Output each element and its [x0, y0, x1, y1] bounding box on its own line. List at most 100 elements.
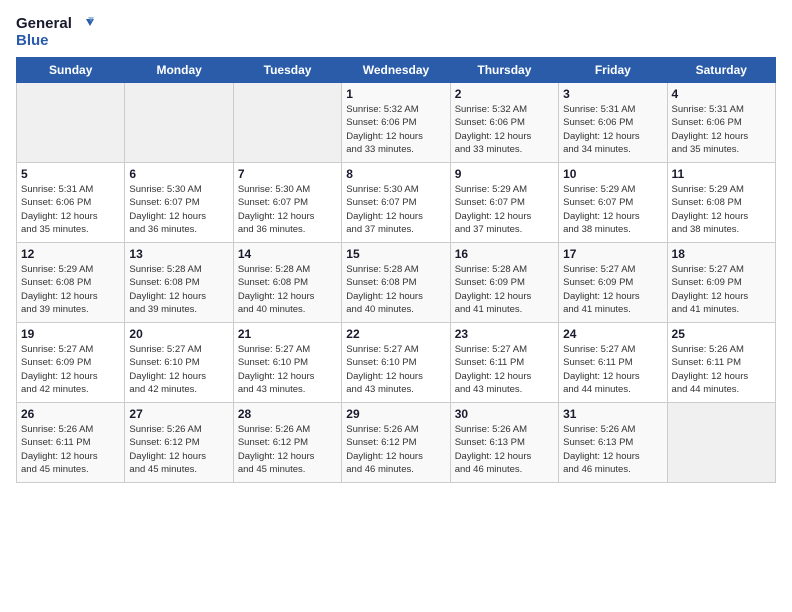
- day-number: 12: [21, 247, 120, 261]
- day-number: 25: [672, 327, 771, 341]
- calendar-week-row: 1 Sunrise: 5:32 AM Sunset: 6:06 PM Daylig…: [17, 83, 776, 163]
- calendar-cell: [233, 83, 341, 163]
- calendar-week-row: 19 Sunrise: 5:27 AM Sunset: 6:09 PM Dayli…: [17, 323, 776, 403]
- calendar-cell: 22Sunrise: 5:27 AM Sunset: 6:10 PM Dayli…: [342, 323, 450, 403]
- day-of-week-header: Sunday: [17, 58, 125, 83]
- calendar-cell: 16 Sunrise: 5:28 AM Sunset: 6:09 PM Dayli…: [450, 243, 558, 323]
- calendar-cell: 21 Sunrise: 5:27 AM Sunset: 6:10 PM Dayli…: [233, 323, 341, 403]
- calendar-cell: 2 Sunrise: 5:32 AM Sunset: 6:06 PM Daylig…: [450, 83, 558, 163]
- logo-general: General: [16, 16, 94, 33]
- calendar-cell: 9 Sunrise: 5:29 AM Sunset: 6:07 PM Daylig…: [450, 163, 558, 243]
- header-row: SundayMondayTuesdayWednesdayThursdayFrid…: [17, 58, 776, 83]
- calendar-cell: [17, 83, 125, 163]
- calendar-cell: 8Sunrise: 5:30 AM Sunset: 6:07 PM Daylig…: [342, 163, 450, 243]
- cell-content: Sunrise: 5:28 AM Sunset: 6:08 PM Dayligh…: [238, 263, 337, 316]
- cell-content: Sunrise: 5:31 AM Sunset: 6:06 PM Dayligh…: [21, 183, 120, 236]
- day-number: 18: [672, 247, 771, 261]
- cell-content: Sunrise: 5:30 AM Sunset: 6:07 PM Dayligh…: [238, 183, 337, 236]
- cell-content: Sunrise: 5:29 AM Sunset: 6:08 PM Dayligh…: [672, 183, 771, 236]
- cell-content: Sunrise: 5:26 AM Sunset: 6:12 PM Dayligh…: [129, 423, 228, 476]
- calendar-cell: 18 Sunrise: 5:27 AM Sunset: 6:09 PM Dayli…: [667, 243, 775, 323]
- day-number: 30: [455, 407, 554, 421]
- calendar-cell: 30Sunrise: 5:26 AM Sunset: 6:13 PM Dayli…: [450, 403, 558, 483]
- cell-content: Sunrise: 5:27 AM Sunset: 6:11 PM Dayligh…: [455, 343, 554, 396]
- cell-content: Sunrise: 5:26 AM Sunset: 6:13 PM Dayligh…: [563, 423, 662, 476]
- day-of-week-header: Monday: [125, 58, 233, 83]
- cell-content: Sunrise: 5:30 AM Sunset: 6:07 PM Dayligh…: [346, 183, 445, 236]
- calendar-cell: [125, 83, 233, 163]
- calendar-cell: 17Sunrise: 5:27 AM Sunset: 6:09 PM Dayli…: [559, 243, 667, 323]
- day-of-week-header: Tuesday: [233, 58, 341, 83]
- calendar-cell: 31 Sunrise: 5:26 AM Sunset: 6:13 PM Dayli…: [559, 403, 667, 483]
- calendar-cell: 11 Sunrise: 5:29 AM Sunset: 6:08 PM Dayli…: [667, 163, 775, 243]
- day-of-week-header: Wednesday: [342, 58, 450, 83]
- day-number: 14: [238, 247, 337, 261]
- cell-content: Sunrise: 5:31 AM Sunset: 6:06 PM Dayligh…: [672, 103, 771, 156]
- cell-content: Sunrise: 5:29 AM Sunset: 6:07 PM Dayligh…: [455, 183, 554, 236]
- calendar-cell: 23 Sunrise: 5:27 AM Sunset: 6:11 PM Dayli…: [450, 323, 558, 403]
- calendar-week-row: 5 Sunrise: 5:31 AM Sunset: 6:06 PM Daylig…: [17, 163, 776, 243]
- day-number: 27: [129, 407, 228, 421]
- day-number: 7: [238, 167, 337, 181]
- calendar-week-row: 26 Sunrise: 5:26 AM Sunset: 6:11 PM Dayli…: [17, 403, 776, 483]
- day-of-week-header: Saturday: [667, 58, 775, 83]
- day-number: 9: [455, 167, 554, 181]
- cell-content: Sunrise: 5:28 AM Sunset: 6:08 PM Dayligh…: [129, 263, 228, 316]
- day-number: 29: [346, 407, 445, 421]
- calendar-cell: 7 Sunrise: 5:30 AM Sunset: 6:07 PM Daylig…: [233, 163, 341, 243]
- logo: General Blue: [16, 16, 94, 49]
- day-number: 6: [129, 167, 228, 181]
- day-number: 5: [21, 167, 120, 181]
- calendar-cell: 6 Sunrise: 5:30 AM Sunset: 6:07 PM Daylig…: [125, 163, 233, 243]
- cell-content: Sunrise: 5:31 AM Sunset: 6:06 PM Dayligh…: [563, 103, 662, 156]
- day-number: 16: [455, 247, 554, 261]
- cell-content: Sunrise: 5:32 AM Sunset: 6:06 PM Dayligh…: [455, 103, 554, 156]
- day-number: 28: [238, 407, 337, 421]
- cell-content: Sunrise: 5:26 AM Sunset: 6:12 PM Dayligh…: [346, 423, 445, 476]
- calendar-cell: [667, 403, 775, 483]
- day-number: 1: [346, 87, 445, 101]
- logo-bird-icon: [76, 17, 94, 31]
- day-number: 11: [672, 167, 771, 181]
- cell-content: Sunrise: 5:30 AM Sunset: 6:07 PM Dayligh…: [129, 183, 228, 236]
- calendar-cell: 15Sunrise: 5:28 AM Sunset: 6:08 PM Dayli…: [342, 243, 450, 323]
- cell-content: Sunrise: 5:27 AM Sunset: 6:09 PM Dayligh…: [21, 343, 120, 396]
- day-number: 23: [455, 327, 554, 341]
- calendar-cell: 20Sunrise: 5:27 AM Sunset: 6:10 PM Dayli…: [125, 323, 233, 403]
- calendar-cell: 14 Sunrise: 5:28 AM Sunset: 6:08 PM Dayli…: [233, 243, 341, 323]
- cell-content: Sunrise: 5:26 AM Sunset: 6:11 PM Dayligh…: [21, 423, 120, 476]
- calendar-header: SundayMondayTuesdayWednesdayThursdayFrid…: [17, 58, 776, 83]
- calendar-cell: 12 Sunrise: 5:29 AM Sunset: 6:08 PM Dayli…: [17, 243, 125, 323]
- calendar-table: SundayMondayTuesdayWednesdayThursdayFrid…: [16, 57, 776, 483]
- cell-content: Sunrise: 5:27 AM Sunset: 6:09 PM Dayligh…: [672, 263, 771, 316]
- cell-content: Sunrise: 5:27 AM Sunset: 6:10 PM Dayligh…: [238, 343, 337, 396]
- day-number: 21: [238, 327, 337, 341]
- page-header: General Blue: [16, 16, 776, 49]
- day-number: 24: [563, 327, 662, 341]
- day-number: 2: [455, 87, 554, 101]
- calendar-body: 1 Sunrise: 5:32 AM Sunset: 6:06 PM Daylig…: [17, 83, 776, 483]
- calendar-cell: 10Sunrise: 5:29 AM Sunset: 6:07 PM Dayli…: [559, 163, 667, 243]
- cell-content: Sunrise: 5:29 AM Sunset: 6:07 PM Dayligh…: [563, 183, 662, 236]
- calendar-cell: 29 Sunrise: 5:26 AM Sunset: 6:12 PM Dayli…: [342, 403, 450, 483]
- day-number: 3: [563, 87, 662, 101]
- cell-content: Sunrise: 5:32 AM Sunset: 6:06 PM Dayligh…: [346, 103, 445, 156]
- cell-content: Sunrise: 5:26 AM Sunset: 6:11 PM Dayligh…: [672, 343, 771, 396]
- cell-content: Sunrise: 5:28 AM Sunset: 6:09 PM Dayligh…: [455, 263, 554, 316]
- calendar-cell: 5 Sunrise: 5:31 AM Sunset: 6:06 PM Daylig…: [17, 163, 125, 243]
- cell-content: Sunrise: 5:27 AM Sunset: 6:11 PM Dayligh…: [563, 343, 662, 396]
- logo-blue: Blue: [16, 33, 94, 50]
- day-number: 13: [129, 247, 228, 261]
- day-number: 19: [21, 327, 120, 341]
- cell-content: Sunrise: 5:29 AM Sunset: 6:08 PM Dayligh…: [21, 263, 120, 316]
- calendar-cell: 28Sunrise: 5:26 AM Sunset: 6:12 PM Dayli…: [233, 403, 341, 483]
- cell-content: Sunrise: 5:27 AM Sunset: 6:10 PM Dayligh…: [346, 343, 445, 396]
- calendar-week-row: 12 Sunrise: 5:29 AM Sunset: 6:08 PM Dayli…: [17, 243, 776, 323]
- cell-content: Sunrise: 5:27 AM Sunset: 6:10 PM Dayligh…: [129, 343, 228, 396]
- calendar-cell: 13 Sunrise: 5:28 AM Sunset: 6:08 PM Dayli…: [125, 243, 233, 323]
- cell-content: Sunrise: 5:27 AM Sunset: 6:09 PM Dayligh…: [563, 263, 662, 316]
- calendar-cell: 4Sunrise: 5:31 AM Sunset: 6:06 PM Daylig…: [667, 83, 775, 163]
- calendar-cell: 1 Sunrise: 5:32 AM Sunset: 6:06 PM Daylig…: [342, 83, 450, 163]
- day-number: 31: [563, 407, 662, 421]
- day-number: 26: [21, 407, 120, 421]
